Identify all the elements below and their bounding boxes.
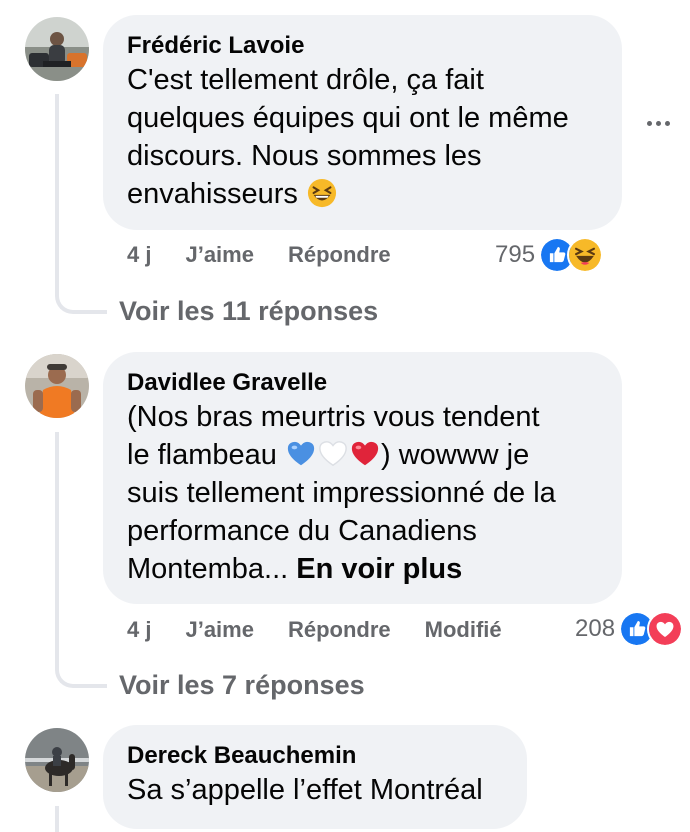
comment-author[interactable]: Dereck Beauchemin bbox=[127, 741, 503, 771]
see-more-link[interactable]: En voir plus bbox=[296, 553, 462, 585]
comment-bubble: Frédéric Lavoie C'est tellement drôle, ç… bbox=[103, 15, 622, 230]
comment-bubble: Dereck Beauchemin Sa s’appelle l’effet M… bbox=[103, 725, 527, 829]
like-button[interactable]: J’aime bbox=[185, 617, 254, 643]
view-replies-link[interactable]: Voir les 11 réponses bbox=[119, 296, 378, 327]
reply-button[interactable]: Répondre bbox=[288, 617, 391, 643]
thread-line bbox=[55, 806, 59, 832]
comment-bubble: Davidlee Gravelle (Nos bras meurtris vou… bbox=[103, 352, 622, 604]
reaction-count: 795 bbox=[495, 241, 536, 268]
white-heart-icon bbox=[319, 441, 347, 467]
reaction-summary[interactable]: 795 bbox=[495, 237, 604, 273]
blue-heart-icon bbox=[287, 441, 315, 466]
thread-curve bbox=[55, 278, 107, 314]
comment-text: (Nos bras meurtris vous tendent le flamb… bbox=[127, 401, 556, 585]
comment-text: C'est tellement drôle, ça fait quelques … bbox=[127, 64, 569, 210]
red-heart-icon bbox=[351, 441, 379, 466]
comment-timestamp[interactable]: 4 j bbox=[127, 617, 151, 643]
love-reaction-icon bbox=[647, 611, 684, 647]
haha-reaction-icon bbox=[567, 237, 604, 273]
comment-actions: 4 j J’aime Répondre bbox=[127, 242, 425, 268]
reply-button[interactable]: Répondre bbox=[288, 242, 391, 268]
edited-label[interactable]: Modifié bbox=[425, 617, 502, 643]
like-button[interactable]: J’aime bbox=[185, 242, 254, 268]
reaction-summary[interactable]: 208 bbox=[575, 611, 684, 647]
more-options-icon[interactable] bbox=[647, 121, 670, 126]
comment-author[interactable]: Frédéric Lavoie bbox=[127, 31, 598, 61]
thread-curve bbox=[55, 652, 107, 688]
view-replies-link[interactable]: Voir les 7 réponses bbox=[119, 670, 365, 701]
thread-line bbox=[55, 432, 59, 668]
reaction-count: 208 bbox=[575, 615, 616, 642]
comment-actions: 4 j J’aime Répondre Modifié bbox=[127, 617, 502, 643]
avatar[interactable] bbox=[25, 728, 89, 792]
avatar[interactable] bbox=[25, 17, 89, 81]
thread-line bbox=[55, 94, 59, 294]
comment-text: Sa s’appelle l’effet Montréal bbox=[127, 774, 483, 806]
comment-timestamp[interactable]: 4 j bbox=[127, 242, 151, 268]
grinning-squinting-face-icon bbox=[307, 178, 336, 208]
comment-author[interactable]: Davidlee Gravelle bbox=[127, 368, 598, 398]
avatar[interactable] bbox=[25, 354, 89, 418]
